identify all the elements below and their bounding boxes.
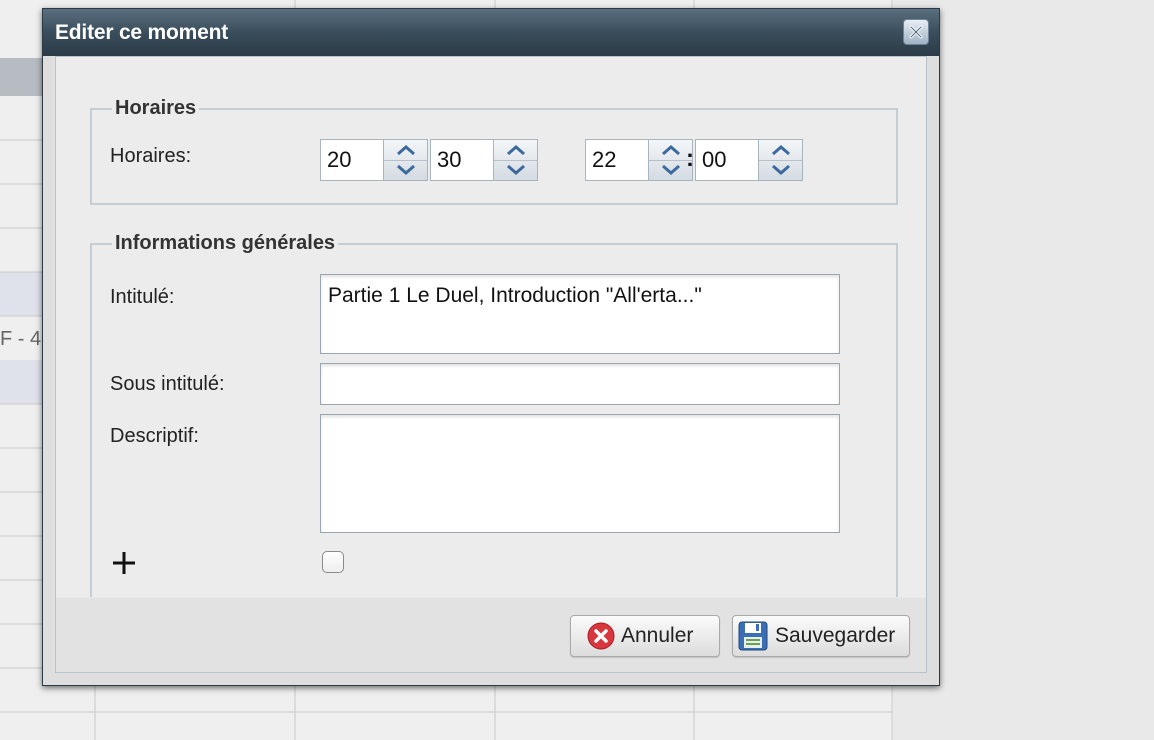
end-hour-spinner bbox=[585, 139, 693, 181]
start-minute-increment[interactable] bbox=[494, 140, 537, 161]
sous-intitule-label: Sous intitulé: bbox=[110, 373, 225, 395]
close-button[interactable] bbox=[903, 19, 929, 45]
intitule-field[interactable]: Partie 1 Le Duel, Introduction "All'erta… bbox=[320, 274, 840, 354]
cancel-icon bbox=[587, 622, 615, 650]
chevron-down-icon bbox=[506, 165, 525, 175]
chevron-down-icon bbox=[661, 165, 680, 175]
background-row-label: F - 4 bbox=[0, 328, 42, 350]
descriptif-label: Descriptif: bbox=[110, 425, 199, 447]
start-minute-spinner bbox=[430, 139, 538, 181]
end-minute-increment[interactable] bbox=[759, 140, 802, 161]
start-hour-input[interactable] bbox=[321, 140, 385, 180]
start-hour-decrement[interactable] bbox=[384, 160, 427, 180]
chevron-up-icon bbox=[661, 145, 680, 155]
save-button[interactable]: Sauvegarder bbox=[732, 615, 910, 657]
option-checkbox[interactable] bbox=[322, 551, 344, 573]
start-minute-spin-buttons bbox=[493, 140, 537, 180]
plus-icon[interactable] bbox=[110, 549, 138, 577]
chevron-down-icon bbox=[396, 165, 415, 175]
dialog-form-area: Horaires Horaires: : bbox=[58, 57, 924, 597]
sous-intitule-field[interactable] bbox=[320, 363, 840, 405]
end-minute-decrement[interactable] bbox=[759, 160, 802, 180]
chevron-up-icon bbox=[506, 145, 525, 155]
floppy-disk-icon bbox=[737, 620, 769, 652]
edit-moment-dialog: Editer ce moment Horaires Horaires: 20 3… bbox=[42, 8, 940, 686]
cancel-button[interactable]: Annuler bbox=[570, 615, 720, 657]
infos-legend: Informations générales bbox=[115, 232, 336, 254]
end-minute-input[interactable] bbox=[696, 140, 760, 180]
end-time-separator: : bbox=[686, 145, 694, 172]
chevron-up-icon bbox=[771, 145, 790, 155]
start-minute-decrement[interactable] bbox=[494, 160, 537, 180]
horaires-legend: Horaires bbox=[115, 97, 197, 119]
chevron-down-icon bbox=[771, 165, 790, 175]
start-hour-increment[interactable] bbox=[384, 140, 427, 161]
cancel-button-label: Annuler bbox=[621, 624, 694, 647]
end-hour-input[interactable] bbox=[586, 140, 650, 180]
save-button-label: Sauvegarder bbox=[775, 624, 896, 647]
dialog-titlebar[interactable]: Editer ce moment bbox=[43, 9, 939, 56]
start-hour-spinner bbox=[320, 139, 428, 181]
end-minute-spinner bbox=[695, 139, 803, 181]
dialog-title: Editer ce moment bbox=[55, 21, 229, 44]
dialog-footer: Annuler Sauvegarder bbox=[56, 597, 926, 672]
dialog-body: Horaires Horaires: : bbox=[55, 56, 927, 673]
chevron-up-icon bbox=[396, 145, 415, 155]
end-minute-spin-buttons bbox=[758, 140, 802, 180]
plus-glyph bbox=[113, 552, 135, 574]
close-icon bbox=[909, 25, 923, 39]
descriptif-field[interactable] bbox=[320, 414, 840, 533]
intitule-label: Intitulé: bbox=[110, 286, 175, 308]
horaires-label: Horaires: bbox=[110, 145, 192, 167]
start-hour-spin-buttons bbox=[383, 140, 427, 180]
start-minute-input[interactable] bbox=[431, 140, 495, 180]
